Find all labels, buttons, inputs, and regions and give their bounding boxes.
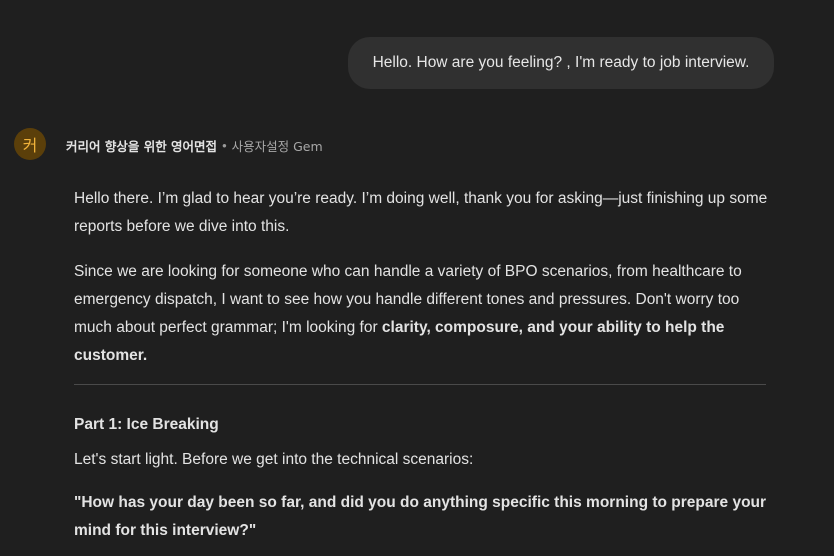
gem-name: 커리어 향상을 위한 영어면접 [66, 139, 218, 154]
gem-separator: • [222, 138, 227, 153]
user-message-text: Hello. How are you feeling? , I'm ready … [372, 54, 750, 71]
response-paragraph-1: Hello there. I’m glad to hear you’re rea… [74, 190, 768, 235]
gem-header: 커리어 향상을 위한 영어면접 • 사용자설정 Gem [66, 136, 323, 155]
gem-type-label: 사용자설정 Gem [231, 139, 323, 154]
user-message-bubble: Hello. How are you feeling? , I'm ready … [348, 37, 774, 89]
gem-avatar-letter: 커 [22, 136, 38, 155]
response-paragraph-3: Let's start light. Before we get into th… [74, 451, 474, 468]
interview-question: "How has your day been so far, and did y… [74, 494, 767, 539]
response-paragraph-2: Since we are looking for someone who can… [74, 258, 774, 370]
part-title: Part 1: Ice Breaking [74, 416, 219, 433]
section-divider [74, 384, 766, 385]
gem-avatar: 커 [14, 128, 46, 160]
